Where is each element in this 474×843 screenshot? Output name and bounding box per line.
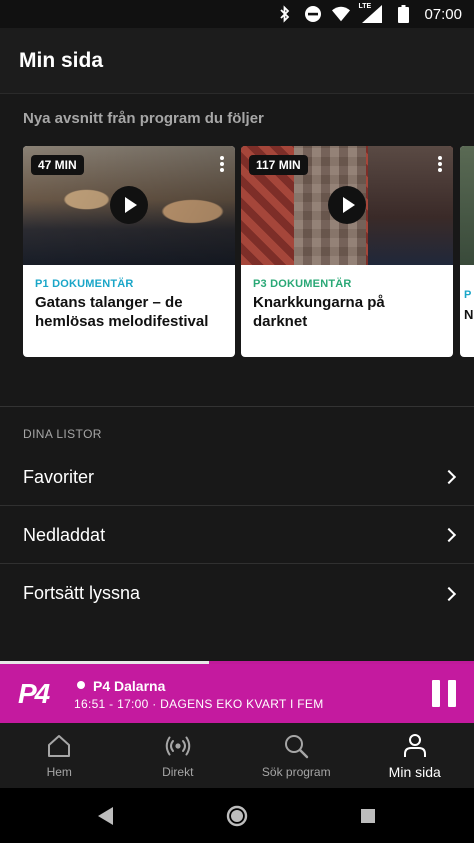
status-bar: LTE 07:00: [0, 0, 474, 28]
do-not-disturb-icon: [304, 5, 322, 23]
channel-label: P1 DOKUMENTÄR: [35, 278, 134, 290]
pause-icon[interactable]: [432, 680, 456, 707]
lists-section-title: DINA LISTOR: [23, 427, 102, 441]
home-icon: [48, 734, 71, 757]
episode-title-partial: P N: [464, 289, 474, 322]
nav-item-min-sida[interactable]: Min sida: [356, 723, 474, 788]
back-icon[interactable]: [98, 806, 114, 825]
list-item-fortsatt-lyssna[interactable]: Fortsätt lyssna: [0, 565, 474, 622]
chevron-right-icon: [441, 469, 457, 485]
duration-badge: 117 MIN: [249, 155, 308, 175]
nav-item-hem[interactable]: Hem: [0, 723, 119, 788]
live-indicator-icon: [77, 681, 85, 689]
nav-label: Hem: [46, 764, 72, 779]
episode-thumbnail: [460, 146, 474, 265]
lte-signal-icon: LTE: [358, 3, 384, 23]
list-item-label: Nedladdat: [23, 524, 106, 545]
play-icon[interactable]: [110, 186, 148, 224]
nav-item-direkt[interactable]: Direkt: [119, 723, 238, 788]
more-options-icon[interactable]: [217, 154, 227, 174]
nav-label: Min sida: [388, 763, 441, 780]
battery-icon: [394, 5, 412, 23]
system-navigation-bar: [0, 788, 474, 843]
episode-card[interactable]: 117 MIN P3 DOKUMENTÄR Knarkkungarna på d…: [241, 146, 453, 357]
list-item-label: Fortsätt lyssna: [23, 583, 141, 603]
nav-label: Direkt: [162, 764, 194, 779]
page-title: Min sida: [19, 48, 104, 72]
nav-item-sok-program[interactable]: Sök program: [237, 723, 356, 788]
episode-title: Gatans talanger – de hemlösas melodifest…: [35, 294, 209, 330]
list-item-label: Favoriter: [23, 466, 95, 487]
program-time-info: 16:51 - 17:00 · DAGENS EKO KVART I FEM: [74, 697, 324, 711]
station-name: P4 Dalarna: [93, 678, 166, 694]
episode-card[interactable]: 47 MIN P1 DOKUMENTÄR Gatans talanger – d…: [23, 146, 235, 357]
channel-label: P3 DOKUMENTÄR: [253, 278, 352, 290]
nav-label: Sök program: [261, 764, 331, 779]
person-icon: [403, 733, 426, 757]
wifi-icon: [332, 5, 351, 23]
list-item-favoriter[interactable]: Favoriter: [0, 449, 474, 506]
home-circle-icon[interactable]: [226, 805, 248, 827]
station-logo: P4: [18, 678, 50, 709]
list-item-nedladdat[interactable]: Nedladdat: [0, 507, 474, 564]
live-radio-icon: [165, 736, 190, 755]
lte-label: LTE: [358, 3, 372, 10]
app-bar: Min sida: [0, 28, 474, 94]
episode-card-partial[interactable]: P N: [460, 146, 474, 357]
recents-icon[interactable]: [360, 808, 376, 824]
search-icon: [285, 734, 309, 758]
chevron-right-icon: [441, 527, 457, 543]
divider: [0, 406, 474, 407]
chevron-right-icon: [441, 586, 457, 601]
episode-carousel[interactable]: 47 MIN P1 DOKUMENTÄR Gatans talanger – d…: [23, 146, 474, 358]
clock: 07:00: [424, 5, 462, 23]
bottom-navigation: Hem Direkt Sök program Min sida: [0, 723, 474, 788]
followed-section-title: Nya avsnitt från program du följer: [23, 110, 264, 127]
duration-badge: 47 MIN: [31, 155, 84, 175]
play-icon[interactable]: [328, 186, 366, 224]
bluetooth-icon: [276, 5, 294, 23]
episode-title: Knarkkungarna på darknet: [253, 294, 385, 330]
mini-player[interactable]: P4 P4 Dalarna 16:51 - 17:00 · DAGENS EKO…: [0, 664, 474, 723]
more-options-icon[interactable]: [435, 154, 445, 174]
